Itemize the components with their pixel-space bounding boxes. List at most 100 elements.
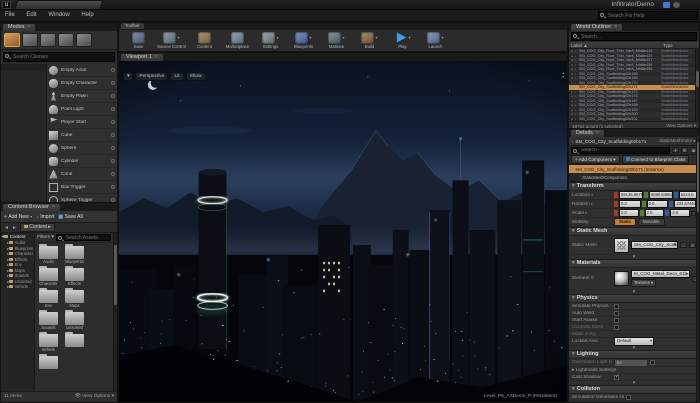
viewport-tool-button[interactable]: [502, 72, 510, 74]
dropdown-caret[interactable]: ▾: [177, 35, 179, 40]
outliner-search-input[interactable]: [571, 32, 697, 41]
view-options-button[interactable]: 👁︎ View Options ▾: [75, 394, 114, 399]
foliage-mode-icon[interactable]: [58, 33, 74, 47]
auto-weld-checkbox[interactable]: [614, 310, 619, 316]
asset-folder[interactable]: Maps: [63, 288, 86, 309]
drag-handle[interactable]: [111, 146, 115, 150]
forward-button[interactable]: ►: [12, 225, 17, 231]
textures-button[interactable]: Textures ▾: [631, 279, 657, 288]
add-new-button[interactable]: + Add New ▾: [4, 214, 32, 220]
placeable-item[interactable]: Cube: [47, 129, 117, 142]
asset-folder[interactable]: [37, 354, 60, 369]
viewport-tool-button[interactable]: [520, 72, 528, 74]
drag-handle[interactable]: [111, 133, 115, 137]
toolbar-button[interactable]: ▾ Play: [387, 31, 418, 49]
dropdown-caret[interactable]: ▾: [408, 35, 410, 40]
browse-icon[interactable]: ⊙: [689, 242, 696, 248]
override-mass-checkbox[interactable]: [614, 324, 619, 330]
outliner-row[interactable]: ● ▪ SM_COG_City_Scaffolding02b201 Static…: [569, 117, 695, 122]
drag-handle[interactable]: [111, 68, 115, 72]
material-thumbnail[interactable]: [614, 271, 629, 286]
modes-search-input[interactable]: [3, 52, 115, 62]
placeable-item[interactable]: Empty Pawn: [47, 90, 117, 103]
dropdown-caret[interactable]: ▾: [441, 35, 443, 40]
close-icon[interactable]: ×: [28, 24, 31, 30]
tab-details[interactable]: Details ×: [571, 130, 604, 137]
save-all-button[interactable]: ▣ Save All: [58, 214, 82, 220]
menu-edit[interactable]: Edit: [21, 10, 41, 20]
rotation-z-field[interactable]: 233.574646: [674, 199, 697, 209]
asset-folder[interactable]: Sounds: [37, 310, 60, 331]
tab-content-browser[interactable]: Content Browser ×: [3, 204, 60, 211]
drag-handle[interactable]: [111, 81, 115, 85]
section-physics[interactable]: ▾ Physics: [569, 294, 699, 303]
asset-folder[interactable]: Character: [37, 266, 60, 287]
use-selected-icon[interactable]: ←: [680, 242, 687, 248]
menu-window[interactable]: Window: [43, 10, 74, 20]
placeable-item[interactable]: Empty Character: [47, 77, 117, 90]
actor-type-link[interactable]: StaticMeshActor ▸: [659, 138, 696, 144]
geometry-mode-icon[interactable]: [76, 33, 92, 47]
dropdown-caret[interactable]: ▾: [276, 35, 278, 40]
actor-name[interactable]: SM_COG_City_Scaffolding02b171: [575, 139, 646, 144]
placeable-item[interactable]: Point Light: [47, 103, 117, 116]
show-button[interactable]: Show: [185, 72, 206, 81]
drag-handle[interactable]: [111, 120, 115, 124]
mobility-static-button[interactable]: Static: [614, 217, 636, 227]
help-circle-icon[interactable]: [673, 2, 680, 8]
content-scrollbar[interactable]: [113, 233, 117, 391]
asset-folder[interactable]: Blueprints: [63, 244, 86, 265]
view-mode-button[interactable]: Lit: [170, 72, 184, 81]
static-mesh-component-row[interactable]: ▪ StaticMeshComponent: [569, 173, 699, 181]
scale-z-field[interactable]: 2.0: [670, 208, 691, 218]
landscape-mode-icon[interactable]: [40, 33, 56, 47]
place-mode-icon[interactable]: [4, 33, 20, 47]
location-x-field[interactable]: 58135.95765: [619, 190, 643, 200]
toolbar-button[interactable]: ▾ Build: [354, 31, 385, 49]
section-transform[interactable]: ▾ Transform: [569, 182, 699, 191]
details-scrollbar[interactable]: [696, 138, 699, 402]
column-type[interactable]: Type: [663, 43, 697, 48]
toolbar-button[interactable]: ▾ Source Control: [156, 31, 187, 49]
rotation-x-field[interactable]: 0.0: [619, 199, 641, 209]
project-tab[interactable]: [14, 0, 104, 9]
filters-button[interactable]: Filters ▾: [37, 235, 54, 240]
asset-folder[interactable]: Env: [37, 288, 60, 309]
scale-y-field[interactable]: 2.0: [644, 208, 665, 218]
toolbar-button[interactable]: Content: [189, 31, 220, 49]
breadcrumb[interactable]: Content ▸: [19, 223, 55, 232]
sim-hit-events-checkbox[interactable]: [626, 394, 631, 400]
filter-icon[interactable]: ▾: [672, 147, 679, 153]
viewport-tool-button[interactable]: [511, 72, 519, 74]
drag-handle[interactable]: [111, 94, 115, 98]
viewport-tool-button[interactable]: [538, 72, 546, 74]
help-search-input[interactable]: [598, 11, 698, 20]
asset-folder[interactable]: Effects: [63, 266, 86, 287]
import-button[interactable]: ↓ Import: [36, 214, 54, 220]
tab-modes[interactable]: Modes ×: [3, 24, 36, 31]
viewport-tool-button[interactable]: [547, 72, 555, 74]
section-static-mesh[interactable]: ▾ Static Mesh: [569, 227, 699, 236]
modes-category[interactable]: [1, 70, 46, 71]
tab-toolbar[interactable]: Toolbar: [121, 23, 144, 29]
section-collision[interactable]: ▾ Collision: [569, 385, 699, 394]
placeable-item[interactable]: Empty Actor: [47, 64, 117, 77]
viewport-tool-button[interactable]: [493, 72, 501, 74]
dropdown-caret[interactable]: ▾: [375, 35, 377, 40]
location-y-field[interactable]: 8080.84082: [648, 190, 673, 200]
placeable-item[interactable]: Box Trigger: [47, 181, 117, 194]
feedback-bubble-icon[interactable]: [663, 2, 670, 8]
menu-help[interactable]: Help: [76, 10, 98, 20]
drag-handle[interactable]: [111, 107, 115, 111]
menu-file[interactable]: File: [0, 10, 20, 20]
asset-folder[interactable]: [63, 332, 86, 353]
add-component-button[interactable]: + Add Component ▾: [571, 155, 620, 164]
material-combo[interactable]: M_COG_Metal_Deco_01b ▾: [631, 269, 691, 279]
rotation-y-field[interactable]: 0.0: [646, 199, 669, 209]
placeable-item[interactable]: Cylinder: [47, 155, 117, 168]
outliner-scrollbar[interactable]: [695, 49, 699, 121]
static-mesh-thumbnail[interactable]: [614, 237, 629, 253]
placeable-item[interactable]: Sphere: [47, 142, 117, 155]
perspective-button[interactable]: Perspective: [135, 72, 169, 81]
light-map-res-checkbox[interactable]: [650, 360, 655, 365]
